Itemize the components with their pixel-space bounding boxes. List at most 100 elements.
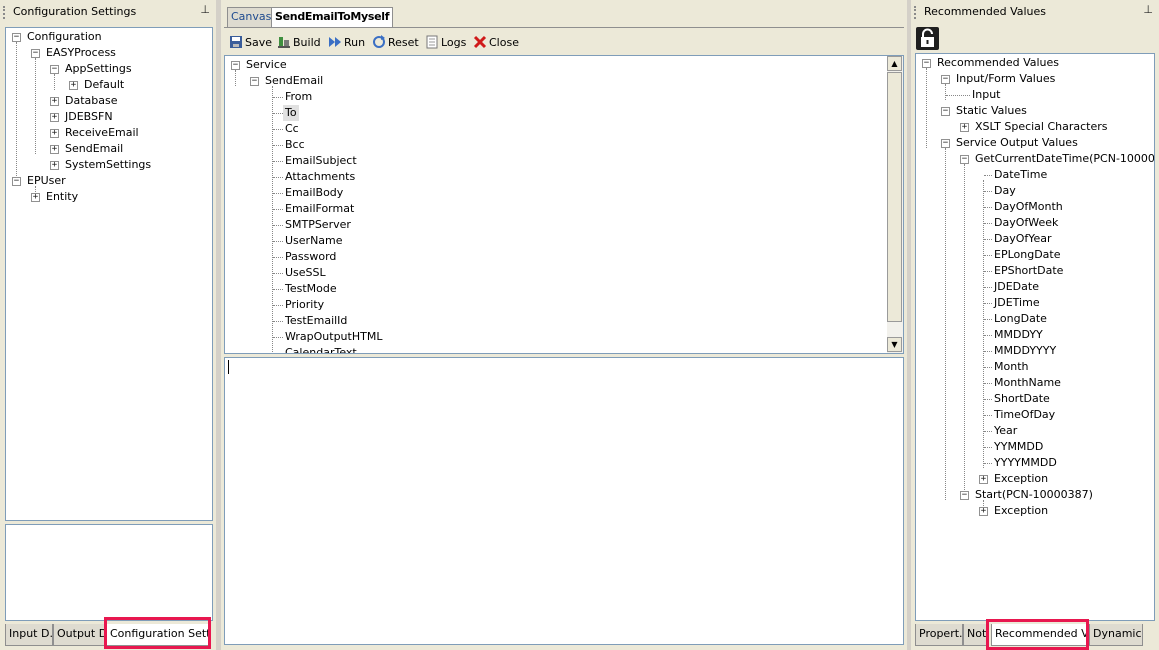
tab-notes[interactable]: Not... bbox=[963, 624, 988, 646]
expand-icon[interactable]: + bbox=[31, 193, 40, 202]
pin-icon[interactable]: ⊥ bbox=[200, 3, 210, 16]
dt-field[interactable]: DayOfMonth bbox=[994, 199, 1063, 215]
field-use-ssl[interactable]: UseSSL bbox=[285, 265, 326, 281]
value-editor[interactable] bbox=[224, 357, 904, 645]
collapse-icon[interactable]: − bbox=[960, 155, 969, 164]
dt-field[interactable]: Year bbox=[994, 423, 1017, 439]
field-smtp-server[interactable]: SMTPServer bbox=[285, 217, 351, 233]
collapse-icon[interactable]: − bbox=[231, 61, 240, 70]
expand-icon[interactable]: + bbox=[960, 123, 969, 132]
dt-field[interactable]: DayOfWeek bbox=[994, 215, 1058, 231]
expand-icon[interactable]: + bbox=[50, 97, 59, 106]
tab-dynamic[interactable]: Dynamic... bbox=[1089, 624, 1143, 646]
collapse-icon[interactable]: − bbox=[941, 75, 950, 84]
dt-field[interactable]: JDETime bbox=[994, 295, 1040, 311]
expand-icon[interactable]: + bbox=[979, 475, 988, 484]
panel-title: Configuration Settings bbox=[13, 5, 137, 18]
collapse-icon[interactable]: − bbox=[250, 77, 259, 86]
collapse-icon[interactable]: − bbox=[960, 491, 969, 500]
close-icon bbox=[473, 35, 487, 49]
configuration-settings-header: Configuration Settings ⊥ bbox=[0, 0, 216, 24]
dt-field[interactable]: MonthName bbox=[994, 375, 1061, 391]
collapse-icon[interactable]: − bbox=[12, 33, 21, 42]
field-wrap-output-html[interactable]: WrapOutputHTML bbox=[285, 329, 382, 345]
tree-node-input[interactable]: Input bbox=[972, 87, 1000, 103]
expand-icon[interactable]: + bbox=[69, 81, 78, 90]
tab-properties[interactable]: Propert... bbox=[915, 624, 963, 646]
property-description-box bbox=[5, 524, 213, 621]
collapse-icon[interactable]: − bbox=[50, 65, 59, 74]
dt-field[interactable]: LongDate bbox=[994, 311, 1047, 327]
scroll-thumb[interactable] bbox=[887, 72, 902, 322]
dt-field[interactable]: JDEDate bbox=[994, 279, 1039, 295]
field-attachments[interactable]: Attachments bbox=[285, 169, 355, 185]
right-tab-strip: Propert... Not... Recommended V... Dynam… bbox=[915, 624, 1155, 648]
dt-field[interactable]: EPLongDate bbox=[994, 247, 1061, 263]
close-button[interactable]: Close bbox=[473, 34, 519, 52]
field-test-mode[interactable]: TestMode bbox=[285, 281, 337, 297]
tab-output-data[interactable]: Output D... bbox=[53, 624, 106, 646]
field-priority[interactable]: Priority bbox=[285, 297, 324, 313]
dt-field[interactable]: MMDDYYYY bbox=[994, 343, 1056, 359]
tab-recommended-values[interactable]: Recommended V... bbox=[991, 624, 1087, 646]
scroll-up-icon[interactable]: ▲ bbox=[887, 56, 902, 71]
field-from[interactable]: From bbox=[285, 89, 312, 105]
field-test-email-id[interactable]: TestEmailId bbox=[285, 313, 347, 329]
configuration-tree: − Configuration − EASYProcess − AppSettings… bbox=[5, 27, 213, 521]
field-user-name[interactable]: UserName bbox=[285, 233, 343, 249]
tab-configuration-settings[interactable]: Configuration Sett... bbox=[106, 624, 210, 646]
collapse-icon[interactable]: − bbox=[941, 107, 950, 116]
save-button[interactable]: Save bbox=[229, 34, 272, 52]
dt-field[interactable]: EPShortDate bbox=[994, 263, 1063, 279]
dt-field[interactable]: YYYYMMDD bbox=[994, 455, 1057, 471]
service-tree: − Service − SendEmail From To Cc Bcc Email… bbox=[224, 55, 904, 354]
panel-title: Recommended Values bbox=[924, 5, 1047, 18]
field-bcc[interactable]: Bcc bbox=[285, 137, 305, 153]
field-email-subject[interactable]: EmailSubject bbox=[285, 153, 357, 169]
recommended-values-tree: − Recommended Values − Input/Form Values I… bbox=[915, 53, 1155, 621]
run-icon bbox=[328, 35, 342, 49]
recommended-values-panel: Recommended Values ⊥ − Recommended Values… bbox=[911, 0, 1159, 650]
text-cursor bbox=[228, 360, 229, 374]
reset-icon bbox=[372, 35, 386, 49]
logs-button[interactable]: Logs bbox=[425, 34, 466, 52]
expand-icon[interactable]: + bbox=[50, 145, 59, 154]
collapse-icon[interactable]: − bbox=[941, 139, 950, 148]
collapse-icon[interactable]: − bbox=[31, 49, 40, 58]
tab-canvas[interactable]: Canvas bbox=[227, 7, 276, 27]
field-email-format[interactable]: EmailFormat bbox=[285, 201, 354, 217]
dt-field[interactable]: MMDDYY bbox=[994, 327, 1043, 343]
save-icon bbox=[229, 35, 243, 49]
build-icon bbox=[277, 35, 291, 49]
expand-icon[interactable]: + bbox=[50, 113, 59, 122]
collapse-icon[interactable]: − bbox=[12, 177, 21, 186]
scroll-down-icon[interactable]: ▼ bbox=[887, 337, 902, 352]
dt-field[interactable]: YYMMDD bbox=[994, 439, 1043, 455]
dt-field[interactable]: DateTime bbox=[994, 167, 1047, 183]
vertical-scrollbar[interactable]: ▲ ▼ bbox=[887, 56, 903, 353]
dt-field[interactable]: ShortDate bbox=[994, 391, 1050, 407]
field-email-body[interactable]: EmailBody bbox=[285, 185, 343, 201]
tab-input-data[interactable]: Input D... bbox=[5, 624, 53, 646]
panel-grip[interactable] bbox=[3, 6, 5, 19]
lock-icon[interactable] bbox=[916, 27, 939, 50]
build-button[interactable]: Build bbox=[277, 34, 321, 52]
expand-icon[interactable]: + bbox=[979, 507, 988, 516]
pin-icon[interactable]: ⊥ bbox=[1143, 3, 1153, 16]
run-button[interactable]: Run bbox=[328, 34, 365, 52]
reset-button[interactable]: Reset bbox=[372, 34, 419, 52]
dt-field[interactable]: DayOfYear bbox=[994, 231, 1052, 247]
configuration-settings-panel: Configuration Settings ⊥ − Configuration … bbox=[0, 0, 216, 650]
field-cc[interactable]: Cc bbox=[285, 121, 299, 137]
expand-icon[interactable]: + bbox=[50, 129, 59, 138]
panel-grip[interactable] bbox=[914, 6, 916, 19]
dt-field[interactable]: Day bbox=[994, 183, 1016, 199]
field-password[interactable]: Password bbox=[285, 249, 336, 265]
dt-field[interactable]: TimeOfDay bbox=[994, 407, 1055, 423]
field-to[interactable]: To bbox=[283, 105, 299, 121]
collapse-icon[interactable]: − bbox=[922, 59, 931, 68]
expand-icon[interactable]: + bbox=[50, 161, 59, 170]
field-calendar-text[interactable]: CalendarText bbox=[285, 345, 357, 353]
tab-send-email-to-myself[interactable]: SendEmailToMyself bbox=[271, 7, 394, 27]
dt-field[interactable]: Month bbox=[994, 359, 1028, 375]
